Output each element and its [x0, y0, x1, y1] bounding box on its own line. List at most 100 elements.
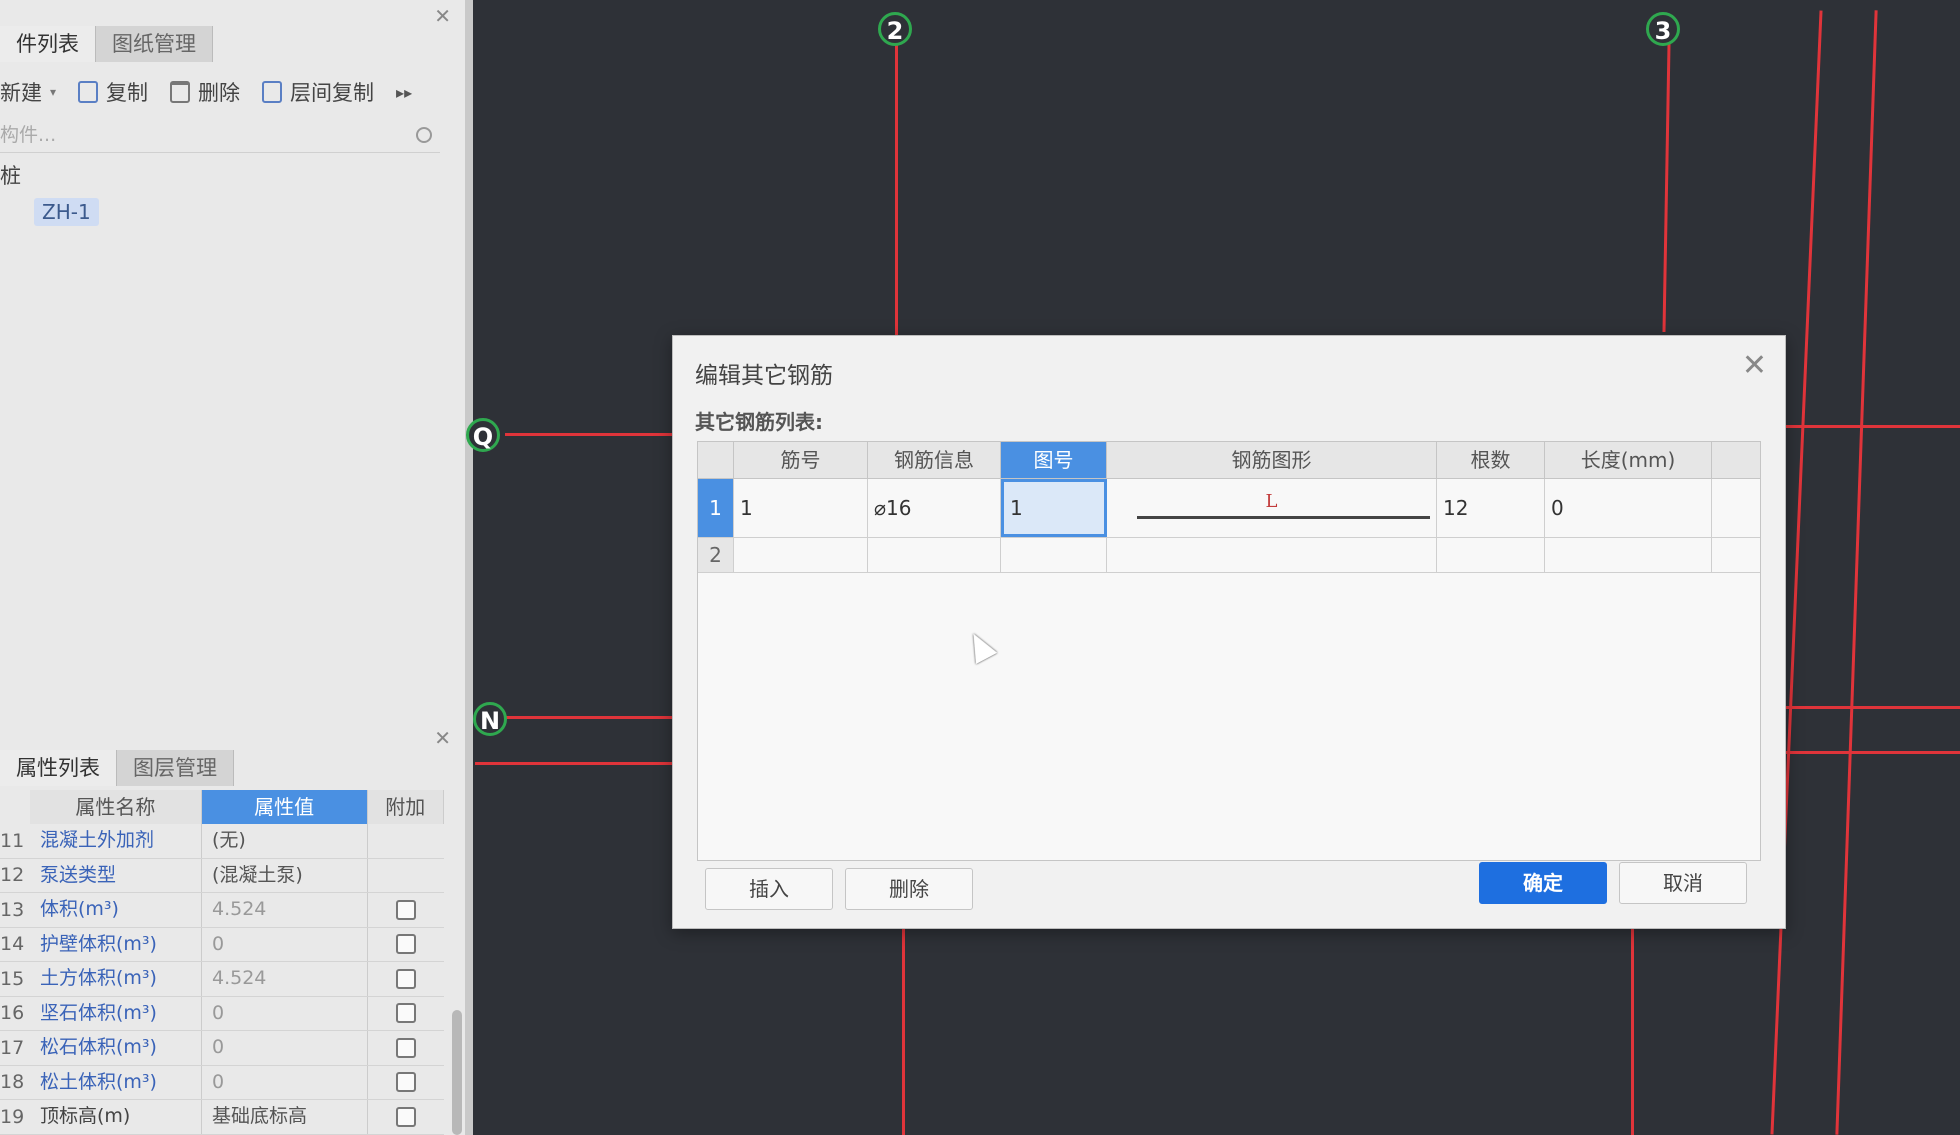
delete-button[interactable]: 删除 [845, 868, 973, 910]
rebar-table-header: 筋号 钢筋信息 图号 钢筋图形 根数 长度(mm) [698, 442, 1760, 479]
col-count[interactable]: 根数 [1437, 442, 1545, 478]
close-icon[interactable]: ✕ [1742, 348, 1767, 383]
trash-icon [170, 81, 191, 103]
grid-line-q-right [1785, 425, 1960, 428]
property-value[interactable]: 0 [202, 1031, 368, 1065]
extra-checkbox[interactable] [396, 934, 416, 955]
property-row[interactable]: 19 顶标高(m) 基础底标高 [0, 1100, 444, 1135]
tab-component-list[interactable]: 件列表 [0, 26, 96, 62]
new-button-label: 新建 [0, 81, 42, 105]
property-name: 混凝土外加剂 [30, 824, 202, 858]
copy-button-label: 复制 [106, 81, 149, 105]
tree-node-pile[interactable]: 桩 [0, 160, 21, 190]
property-row[interactable]: 13 体积(m³) 4.524 [0, 893, 444, 928]
row-number[interactable]: 1 [698, 479, 734, 537]
axis-label-q[interactable]: Q [466, 418, 500, 452]
rebar-info-cell[interactable]: ⌀16 [868, 479, 1001, 537]
copy-button[interactable]: 复制 [78, 77, 148, 107]
property-tabs: 属性列表 图层管理 [0, 750, 234, 786]
tab-layer-management[interactable]: 图层管理 [117, 750, 234, 786]
grid-line-2-lower [902, 927, 905, 1135]
search-icon[interactable] [416, 127, 432, 143]
close-icon[interactable]: ✕ [434, 4, 451, 28]
dialog-title: 编辑其它钢筋 [695, 363, 833, 389]
search-placeholder: 构件... [0, 124, 57, 146]
property-row-number: 15 [0, 967, 25, 990]
property-extra [368, 899, 444, 920]
tree-node-zh1[interactable]: ZH-1 [34, 198, 99, 226]
row-number[interactable]: 2 [698, 538, 734, 572]
rebar-info-cell[interactable] [868, 538, 1001, 572]
axis-label-3[interactable]: 3 [1646, 12, 1680, 46]
search-input[interactable]: 构件... [0, 118, 440, 153]
property-row[interactable]: 14 护壁体积(m³) 0 [0, 927, 444, 962]
rebar-shape-cell[interactable]: L [1107, 479, 1437, 537]
property-table: 11 混凝土外加剂 (无) 12 泵送类型 (混凝土泵) 13 体积(m³) 4.524 14 护壁… [0, 824, 444, 1135]
axis-label-n[interactable]: N [473, 702, 507, 736]
table-row[interactable]: 2 [698, 538, 1760, 573]
figure-number-cell[interactable]: 1 [1001, 479, 1107, 537]
property-row[interactable]: 18 松土体积(m³) 0 [0, 1065, 444, 1100]
extra-checkbox[interactable] [396, 899, 416, 920]
property-row[interactable]: 17 松石体积(m³) 0 [0, 1031, 444, 1066]
property-name: 体积(m³) [30, 893, 202, 927]
col-extra[interactable]: 附加 [367, 790, 444, 824]
property-value[interactable]: 4.524 [202, 962, 368, 996]
property-row[interactable]: 11 混凝土外加剂 (无) [0, 824, 444, 859]
close-icon[interactable]: ✕ [434, 726, 451, 750]
col-property-name[interactable]: 属性名称 [30, 790, 202, 824]
property-value[interactable]: 0 [202, 927, 368, 961]
bar-number-cell[interactable]: 1 [734, 479, 868, 537]
tab-property-list[interactable]: 属性列表 [0, 750, 117, 786]
property-row[interactable]: 12 泵送类型 (混凝土泵) [0, 858, 444, 893]
property-value[interactable]: 0 [202, 1065, 368, 1099]
table-row[interactable]: 1 1 ⌀16 1 L 12 0 [698, 479, 1760, 538]
col-bar-number[interactable]: 筋号 [734, 442, 868, 478]
property-value[interactable]: 0 [202, 996, 368, 1030]
grid-line-q [505, 433, 673, 436]
property-row-number: 16 [0, 1002, 25, 1025]
more-icon[interactable]: ▸▸ [396, 83, 412, 102]
col-property-value[interactable]: 属性值 [201, 790, 368, 824]
count-cell[interactable]: 12 [1437, 479, 1545, 537]
length-cell[interactable] [1545, 538, 1712, 572]
extra-checkbox[interactable] [396, 1003, 416, 1024]
bar-number-cell[interactable] [734, 538, 868, 572]
scrollbar[interactable] [452, 1010, 462, 1135]
property-value[interactable]: 4.524 [202, 893, 368, 927]
rebar-shape-cell[interactable] [1107, 538, 1437, 572]
property-table-header: 属性名称 属性值 附加 [30, 790, 444, 824]
property-extra [368, 968, 444, 989]
property-value[interactable]: 基础底标高 [202, 1100, 368, 1134]
figure-number-cell[interactable] [1001, 538, 1107, 572]
col-rebar-info[interactable]: 钢筋信息 [868, 442, 1001, 478]
extra-checkbox[interactable] [396, 1037, 416, 1058]
extra-checkbox[interactable] [396, 1106, 416, 1127]
property-value[interactable]: (混凝土泵) [202, 858, 368, 892]
component-tabs: 件列表 图纸管理 [0, 26, 213, 62]
tab-drawing-management[interactable]: 图纸管理 [96, 26, 213, 62]
rebar-list-label: 其它钢筋列表: [695, 410, 823, 434]
property-extra [368, 1072, 444, 1093]
count-cell[interactable] [1437, 538, 1545, 572]
insert-button[interactable]: 插入 [705, 868, 833, 910]
col-figure-number[interactable]: 图号 [1001, 442, 1107, 478]
col-rebar-shape[interactable]: 钢筋图形 [1107, 442, 1437, 478]
floor-copy-button[interactable]: 层间复制 [262, 77, 374, 107]
cancel-button[interactable]: 取消 [1619, 862, 1747, 904]
property-row[interactable]: 16 坚石体积(m³) 0 [0, 996, 444, 1031]
property-row[interactable]: 15 土方体积(m³) 4.524 [0, 962, 444, 997]
extra-checkbox[interactable] [396, 968, 416, 989]
delete-button[interactable]: 删除 [170, 77, 240, 107]
property-value[interactable]: (无) [202, 824, 368, 858]
col-length[interactable]: 长度(mm) [1545, 442, 1712, 478]
grid-line-n2 [475, 762, 680, 765]
ok-button[interactable]: 确定 [1479, 862, 1607, 904]
chevron-down-icon[interactable]: ▾ [50, 85, 56, 99]
length-cell[interactable]: 0 [1545, 479, 1712, 537]
property-extra [368, 1037, 444, 1058]
axis-label-2[interactable]: 2 [878, 12, 912, 46]
new-button[interactable]: 新建 ▾ [0, 77, 56, 107]
property-row-number: 14 [0, 933, 25, 956]
extra-checkbox[interactable] [396, 1072, 416, 1093]
